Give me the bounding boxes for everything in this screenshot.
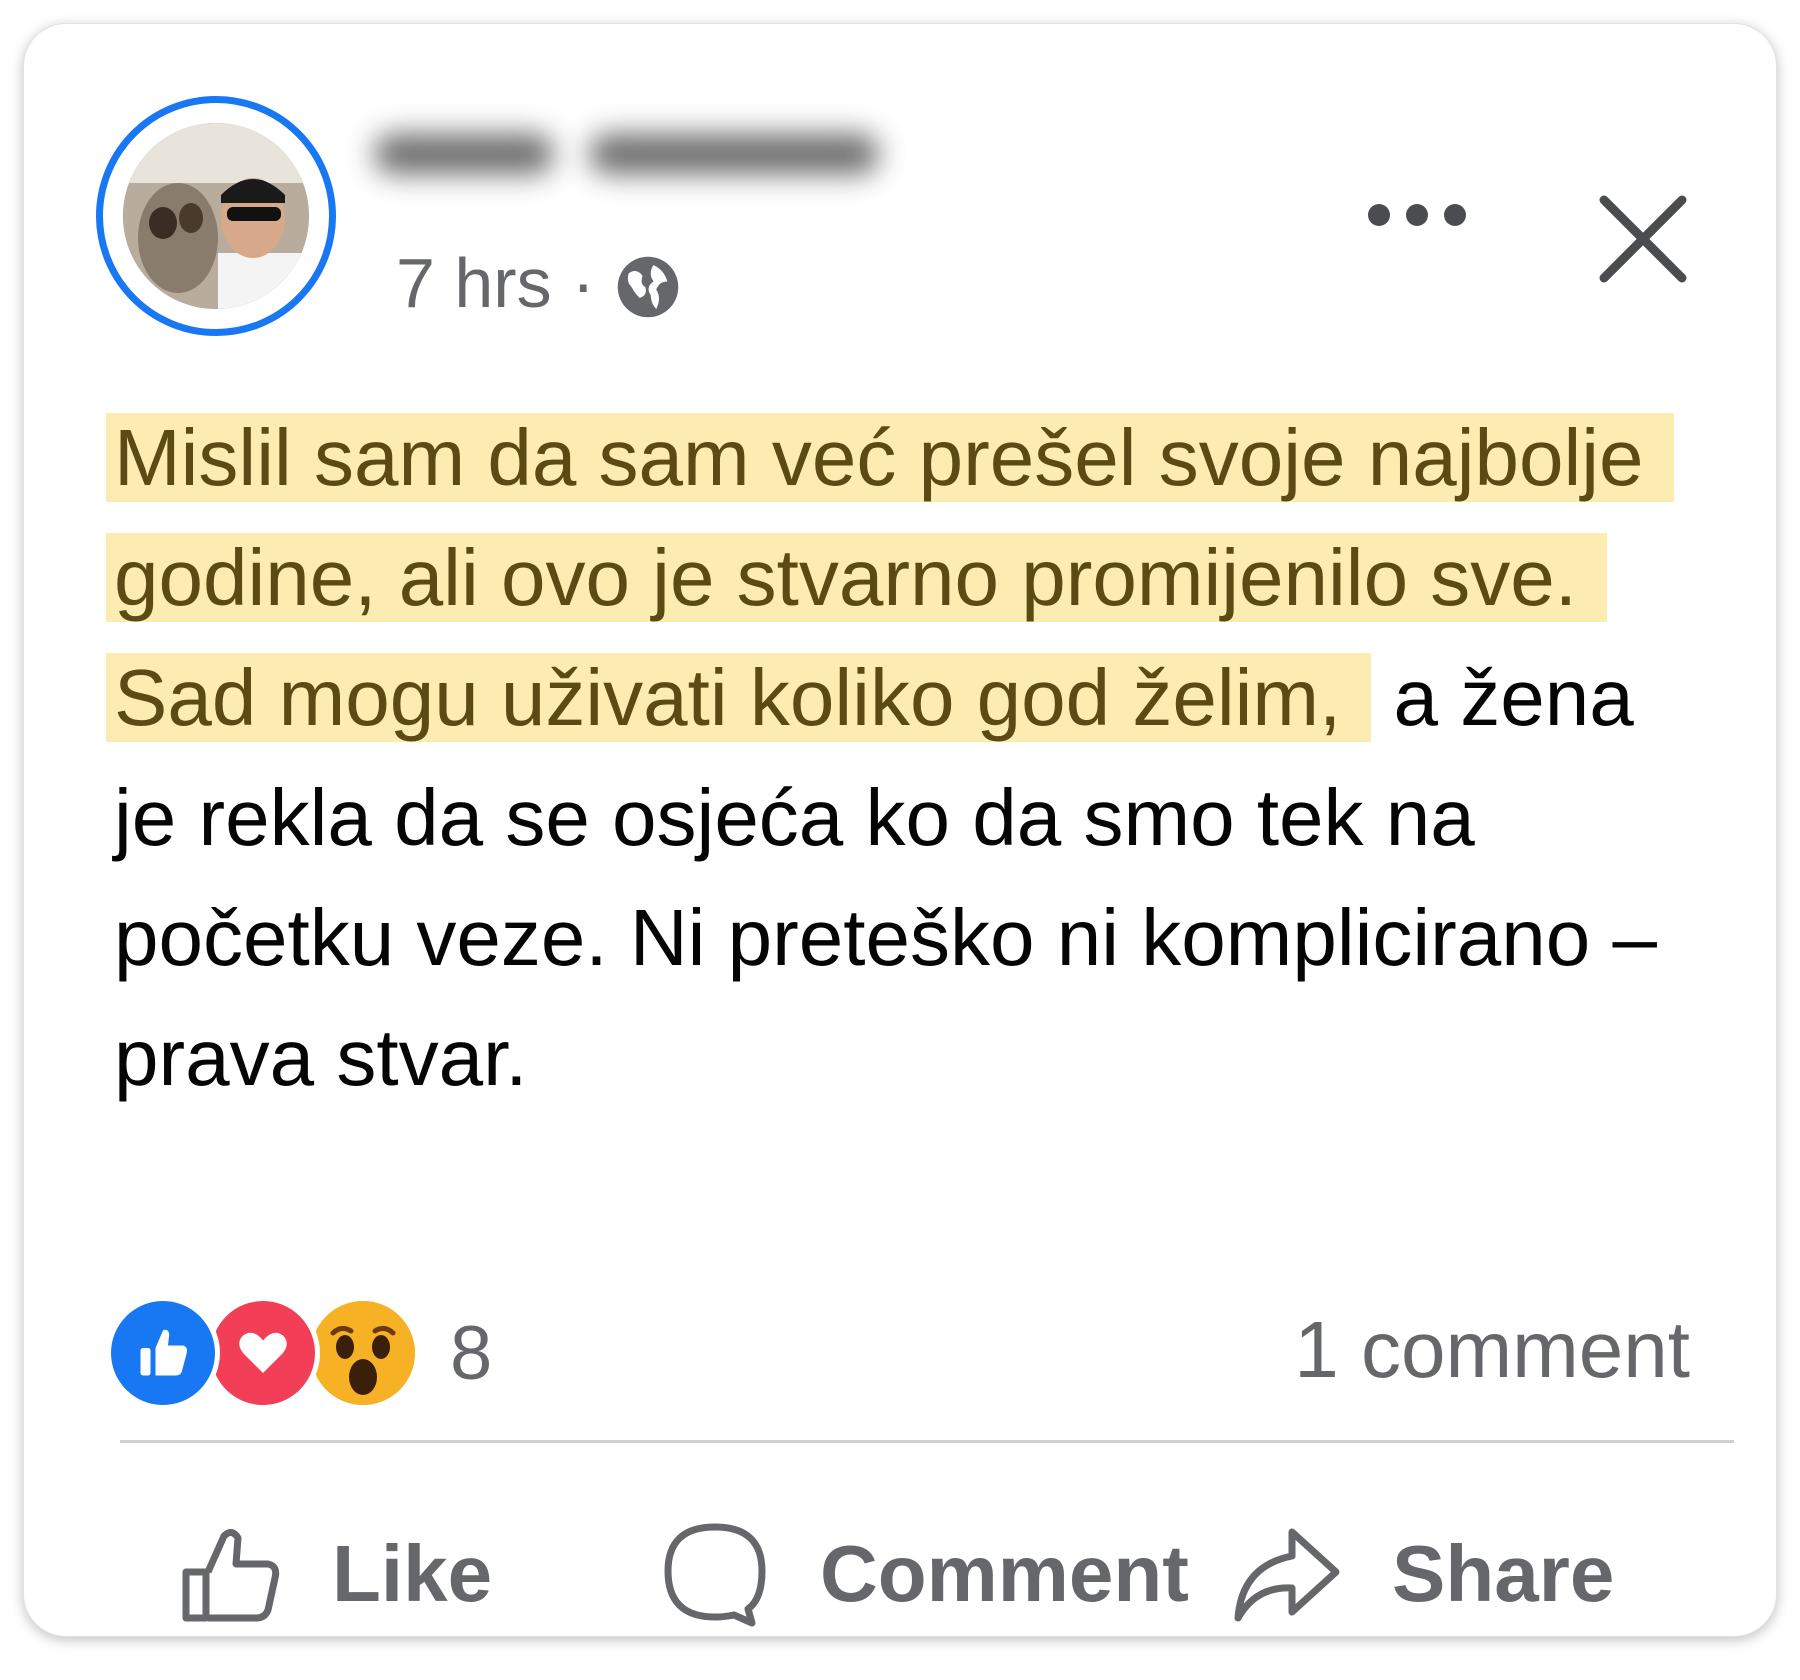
globe-icon[interactable] [615,254,681,320]
post-text: Mislil sam da sam već prešel svoje najbo… [106,398,1674,1118]
reactions-summary[interactable]: 8 [106,1296,492,1410]
share-label: Share [1392,1529,1615,1618]
highlighted-text: Mislil sam da sam već prešel svoje najbo… [106,413,1674,622]
wow-icon [306,1296,420,1410]
timestamp[interactable]: 7 hrs [396,248,552,318]
divider [120,1440,1734,1443]
post-card: 7 hrs · Mislil sam da sam već prešel svo… [24,24,1776,1636]
avatar-photo [123,123,309,309]
post-meta: 7 hrs · [396,246,681,320]
like-label: Like [332,1529,493,1618]
avatar[interactable] [96,96,336,336]
meta-separator: · [571,244,595,322]
comment-label: Comment [820,1529,1189,1618]
share-button[interactable]: Share [1232,1494,1614,1636]
love-icon [206,1296,320,1410]
comment-bubble-icon [664,1523,766,1627]
reaction-count: 8 [450,1310,493,1396]
close-button[interactable] [1596,192,1690,286]
comment-button[interactable]: Comment [660,1494,1189,1636]
more-options-button[interactable] [1368,204,1466,226]
thumbs-up-icon [182,1529,280,1622]
more-horizontal-icon-dot [1444,204,1466,226]
more-horizontal-icon [1368,204,1390,226]
highlighted-text: Sad mogu uživati koliko god želim, [106,653,1372,742]
post-actions: Like Comment Share [120,1494,1734,1636]
close-icon [1599,195,1687,283]
author-name-redacted[interactable] [374,112,904,192]
more-horizontal-icon-dot [1406,204,1428,226]
like-icon [106,1296,220,1410]
comment-count[interactable]: 1 comment [1294,1304,1690,1396]
like-button[interactable]: Like [178,1494,492,1636]
share-arrow-icon [1234,1528,1340,1622]
